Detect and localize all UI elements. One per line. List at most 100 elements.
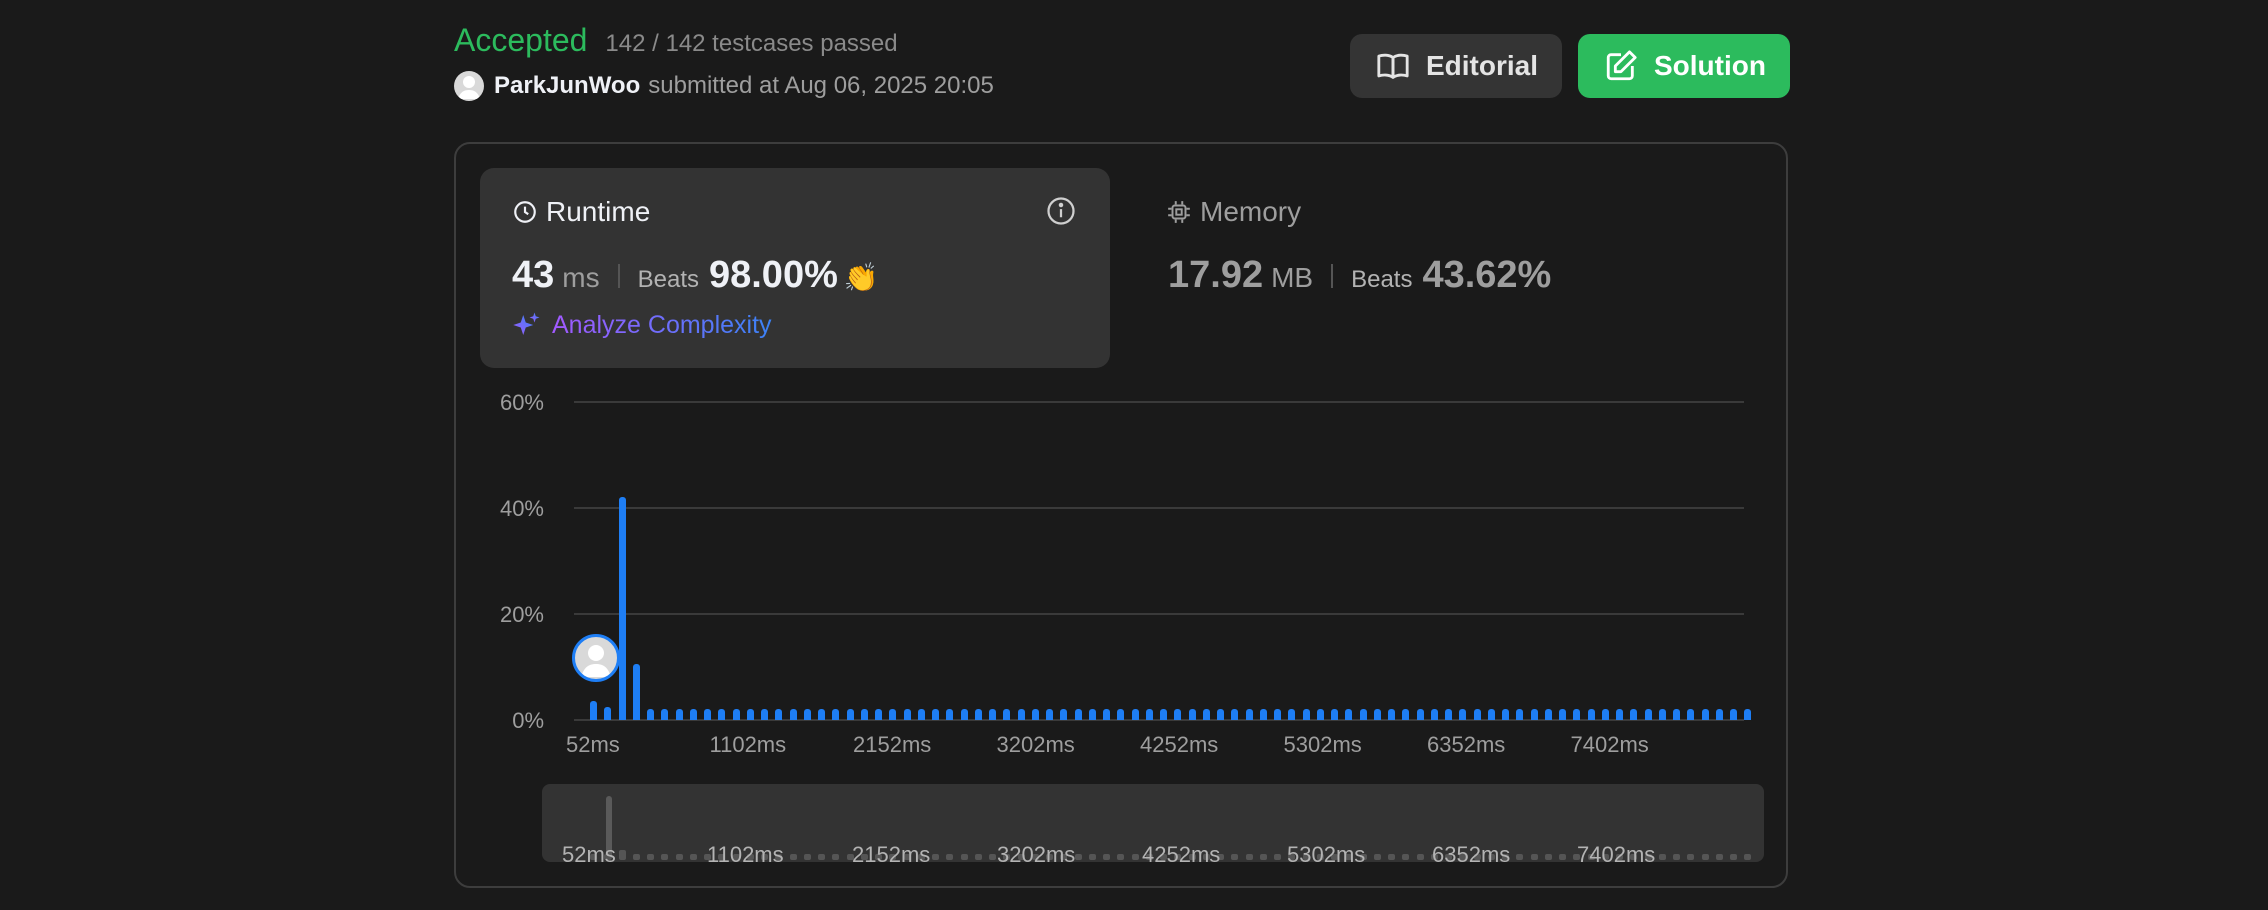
distribution-bar[interactable] <box>1587 709 1595 720</box>
distribution-bar[interactable] <box>1231 709 1239 720</box>
distribution-bar[interactable] <box>989 709 996 720</box>
distribution-bar[interactable] <box>974 709 982 720</box>
distribution-bar[interactable] <box>932 709 939 720</box>
distribution-bar[interactable] <box>1658 709 1666 720</box>
distribution-bar[interactable] <box>689 709 697 720</box>
editorial-button[interactable]: Editorial <box>1350 34 1562 98</box>
distribution-bar[interactable] <box>675 709 683 720</box>
mini-bar <box>803 854 811 860</box>
distribution-bar[interactable] <box>632 664 640 720</box>
analyze-complexity-link[interactable]: Analyze Complexity <box>512 310 772 340</box>
distribution-bar[interactable] <box>1259 709 1267 720</box>
distribution-bar[interactable] <box>746 709 754 720</box>
distribution-bar[interactable] <box>590 701 597 720</box>
distribution-bar[interactable] <box>1316 709 1324 720</box>
distribution-bar[interactable] <box>1188 709 1196 720</box>
distribution-bar[interactable] <box>661 709 669 720</box>
distribution-bar[interactable] <box>1559 709 1566 720</box>
distribution-bar[interactable] <box>889 709 897 720</box>
distribution-bar[interactable] <box>1573 709 1581 720</box>
distribution-bar[interactable] <box>1345 709 1353 720</box>
edit-icon <box>1606 50 1637 81</box>
distribution-bar[interactable] <box>1088 709 1096 720</box>
distribution-bar[interactable] <box>1117 709 1125 720</box>
user-position-avatar[interactable] <box>572 634 620 682</box>
distribution-bar[interactable] <box>1687 709 1695 720</box>
distribution-bar[interactable] <box>1145 709 1153 720</box>
distribution-bar[interactable] <box>1373 709 1381 720</box>
distribution-bar[interactable] <box>917 709 925 720</box>
distribution-bar[interactable] <box>1430 709 1438 720</box>
distribution-bar[interactable] <box>1530 709 1538 720</box>
runtime-card[interactable]: Runtime 43 ms Beats 98.00% 👏 Analyze Com… <box>480 168 1110 368</box>
distribution-bar[interactable] <box>1630 709 1638 720</box>
distribution-bar[interactable] <box>1074 709 1082 720</box>
distribution-bar[interactable] <box>1416 709 1424 720</box>
distribution-bar[interactable] <box>1445 709 1452 720</box>
distribution-bar[interactable] <box>1302 709 1310 720</box>
distribution-bar[interactable] <box>1744 709 1752 720</box>
distribution-bar[interactable] <box>1487 709 1495 720</box>
distribution-bar[interactable] <box>1331 709 1338 720</box>
distribution-bar[interactable] <box>1459 709 1467 720</box>
username-link[interactable]: ParkJunWoo <box>494 72 640 100</box>
distribution-bar[interactable] <box>1103 709 1110 720</box>
distribution-bar[interactable] <box>1245 709 1253 720</box>
distribution-bar[interactable] <box>1031 709 1039 720</box>
distribution-bar[interactable] <box>1202 709 1210 720</box>
distribution-bar[interactable] <box>1544 709 1552 720</box>
solution-button[interactable]: Solution <box>1578 34 1790 98</box>
distribution-bar[interactable] <box>1473 709 1481 720</box>
distribution-bar[interactable] <box>1388 709 1395 720</box>
distribution-bar[interactable] <box>1730 709 1737 720</box>
distribution-bar[interactable] <box>647 709 654 720</box>
distribution-bar[interactable] <box>789 709 797 720</box>
distribution-bar[interactable] <box>1274 709 1281 720</box>
distribution-bar[interactable] <box>832 709 840 720</box>
distribution-bar[interactable] <box>1673 709 1680 720</box>
range-selector[interactable]: 52ms 1102ms 2152ms 3202ms 4252ms 5302ms 6352ms… <box>542 784 1764 862</box>
distribution-bar[interactable] <box>875 709 882 720</box>
distribution-bar[interactable] <box>1131 709 1139 720</box>
y-tick-label: 60% <box>499 390 544 415</box>
y-tick-label: 0% <box>512 708 544 733</box>
distribution-bar[interactable] <box>704 709 711 720</box>
distribution-bar[interactable] <box>1174 709 1182 720</box>
distribution-bar[interactable] <box>1046 709 1053 720</box>
distribution-bar[interactable] <box>1644 709 1652 720</box>
distribution-bar[interactable] <box>718 709 726 720</box>
distribution-bar[interactable] <box>1502 709 1509 720</box>
distribution-bar[interactable] <box>1217 709 1224 720</box>
memory-card[interactable]: Memory 17.92 MB Beats 43.62% <box>1140 168 1760 368</box>
distribution-bar[interactable] <box>1701 709 1709 720</box>
distribution-bar[interactable] <box>903 709 911 720</box>
distribution-bar[interactable] <box>1003 709 1011 720</box>
mini-bar <box>1117 854 1125 860</box>
distribution-bar[interactable] <box>846 709 854 720</box>
distribution-bar[interactable] <box>1060 709 1068 720</box>
x-tick-label: 7402ms <box>1570 732 1649 757</box>
distribution-bar[interactable] <box>960 709 968 720</box>
distribution-bar[interactable] <box>1359 709 1367 720</box>
distribution-bar[interactable] <box>818 709 825 720</box>
distribution-bar[interactable] <box>1288 709 1296 720</box>
runtime-value: 43 <box>512 254 555 296</box>
distribution-bar[interactable] <box>860 709 868 720</box>
divider <box>617 263 620 288</box>
distribution-bar[interactable] <box>761 709 768 720</box>
distribution-bar[interactable] <box>803 709 811 720</box>
distribution-bar[interactable] <box>1715 709 1723 720</box>
distribution-bar[interactable] <box>1616 709 1623 720</box>
distribution-bar[interactable] <box>775 709 783 720</box>
distribution-bar[interactable] <box>732 709 740 720</box>
distribution-bar[interactable] <box>1402 709 1410 720</box>
distribution-bar[interactable] <box>618 497 626 720</box>
distribution-bar[interactable] <box>946 709 954 720</box>
distribution-bar[interactable] <box>604 706 612 720</box>
info-icon[interactable] <box>1046 196 1076 226</box>
distribution-bar[interactable] <box>1160 709 1167 720</box>
distribution-bar[interactable] <box>1017 709 1025 720</box>
distribution-bar[interactable] <box>1601 709 1609 720</box>
user-avatar-icon[interactable] <box>454 71 484 101</box>
distribution-bar[interactable] <box>1516 709 1524 720</box>
